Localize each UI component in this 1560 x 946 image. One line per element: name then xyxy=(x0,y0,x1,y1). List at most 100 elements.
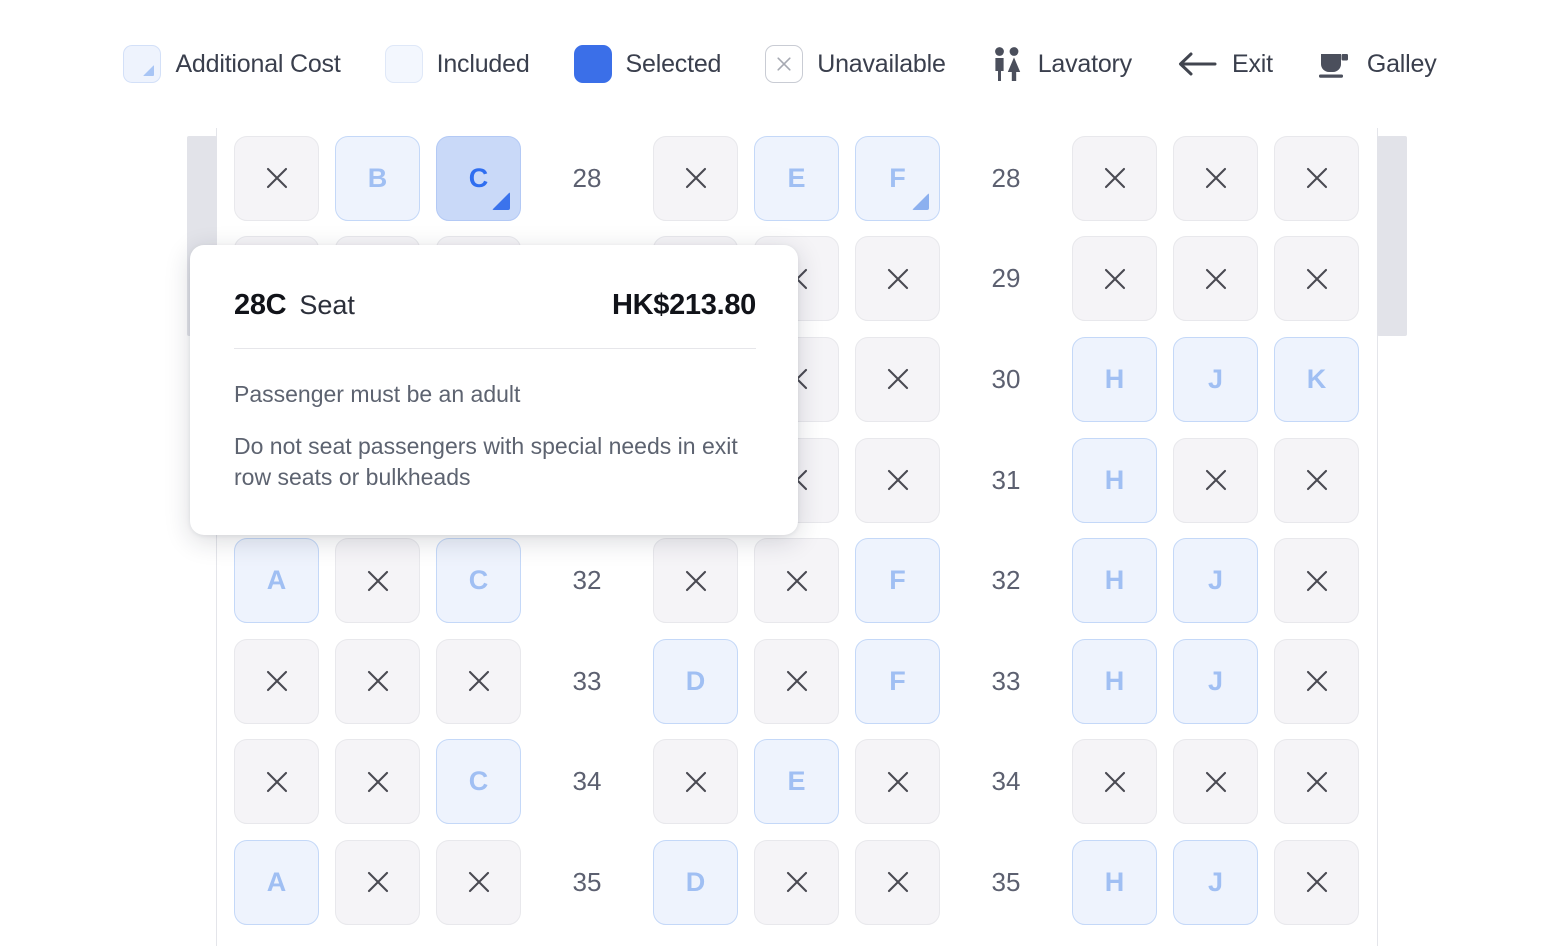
seat-label: A xyxy=(266,866,287,897)
seat-unavailable-x-icon xyxy=(786,872,807,893)
seat-row-33: 33 D F 33 H J xyxy=(217,631,1379,732)
legend-label-selected: Selected xyxy=(625,49,722,78)
seat-32-right-0[interactable]: H xyxy=(1072,538,1157,624)
seat-label: A xyxy=(266,565,287,596)
seat-34-right-2 xyxy=(1274,739,1359,825)
seat-35-left-0[interactable]: A xyxy=(234,839,319,925)
seat-label: E xyxy=(787,162,806,193)
legend-item-exit: Exit xyxy=(1176,49,1273,79)
legend-item-included: Included xyxy=(384,45,530,83)
seat-33-left-1 xyxy=(335,638,420,724)
seat-34-right-1 xyxy=(1173,739,1258,825)
seat-unavailable-x-icon xyxy=(1306,470,1327,491)
seat-35-middle-0[interactable]: D xyxy=(653,839,738,925)
seat-33-right-0[interactable]: H xyxy=(1072,638,1157,724)
galley-cup-icon xyxy=(1317,47,1353,81)
seat-unavailable-x-icon xyxy=(887,470,908,491)
seat-32-middle-0 xyxy=(653,538,738,624)
seat-30-right-0[interactable]: H xyxy=(1072,336,1157,422)
seat-33-middle-2[interactable]: F xyxy=(855,638,940,724)
seat-unavailable-x-icon xyxy=(266,771,287,792)
lavatory-icon xyxy=(990,45,1024,83)
seat-detail-tooltip: 28C Seat HK$213.80 Passenger must be an … xyxy=(190,245,798,535)
seat-unavailable-x-icon xyxy=(1205,268,1226,289)
seat-label: H xyxy=(1104,665,1125,696)
seat-unavailable-x-icon xyxy=(468,671,489,692)
seat-row-32: A C 32 F 32 H J xyxy=(217,530,1379,631)
seat-35-right-0[interactable]: H xyxy=(1072,839,1157,925)
tooltip-note: Do not seat passengers with special need… xyxy=(234,433,738,490)
seat-28-left-1[interactable]: B xyxy=(335,135,420,221)
seat-33-middle-0[interactable]: D xyxy=(653,638,738,724)
seat-unavailable-x-icon xyxy=(1306,771,1327,792)
seat-32-left-2[interactable]: C xyxy=(436,538,521,624)
row-number-right-28: 28 xyxy=(991,162,1021,193)
seat-unavailable-x-icon xyxy=(367,671,388,692)
exit-arrow-icon xyxy=(1176,49,1218,79)
seat-31-right-2 xyxy=(1274,437,1359,523)
seat-32-right-2 xyxy=(1274,538,1359,624)
seat-35-right-1[interactable]: J xyxy=(1173,839,1258,925)
additional-cost-triangle-icon xyxy=(492,191,510,210)
seat-unavailable-x-icon xyxy=(1205,470,1226,491)
seat-34-left-2[interactable]: C xyxy=(436,739,521,825)
seat-unavailable-x-icon xyxy=(685,771,706,792)
seat-33-left-2 xyxy=(436,638,521,724)
tooltip-divider xyxy=(234,348,756,349)
seat-32-middle-2[interactable]: F xyxy=(855,538,940,624)
additional-cost-triangle-icon xyxy=(912,192,929,210)
seat-30-right-1[interactable]: J xyxy=(1173,336,1258,422)
seat-unavailable-x-icon xyxy=(887,369,908,390)
legend-label-unavailable: Unavailable xyxy=(817,49,946,78)
tooltip-seat-number: 28C xyxy=(234,289,287,321)
seat-28-middle-1[interactable]: E xyxy=(754,135,839,221)
seat-unavailable-x-icon xyxy=(685,570,706,591)
tooltip-seat-price: HK$213.80 xyxy=(611,289,756,321)
seat-35-left-2 xyxy=(436,839,521,925)
seat-32-left-0[interactable]: A xyxy=(234,538,319,624)
row-number-left-33: 33 xyxy=(572,665,602,696)
seat-28-left-0 xyxy=(234,135,319,221)
seat-30-right-2[interactable]: K xyxy=(1274,336,1359,422)
seat-label: C xyxy=(468,565,489,596)
seat-33-right-1[interactable]: J xyxy=(1173,638,1258,724)
seat-28-middle-2[interactable]: F xyxy=(855,135,940,221)
seat-unavailable-x-icon xyxy=(786,671,807,692)
seat-label: J xyxy=(1207,665,1224,696)
seat-34-left-1 xyxy=(335,739,420,825)
seat-unavailable-x-icon xyxy=(266,671,287,692)
seat-28-middle-0 xyxy=(653,135,738,221)
row-number-right-35: 35 xyxy=(991,866,1021,897)
seat-unavailable-x-icon xyxy=(1306,268,1327,289)
seat-32-right-1[interactable]: J xyxy=(1173,538,1258,624)
legend-label-additional-cost: Additional Cost xyxy=(175,49,341,78)
tooltip-header: 28C Seat HK$213.80 xyxy=(234,289,756,322)
seat-label: H xyxy=(1104,464,1125,495)
seat-34-right-0 xyxy=(1072,739,1157,825)
seat-row-28: B C 28 E F 28 xyxy=(217,128,1379,229)
seatmap-legend: Additional Cost Included Selected Unavai… xyxy=(0,0,1560,128)
seat-28-left-2[interactable]: C xyxy=(436,135,521,221)
row-number-right-30: 30 xyxy=(991,363,1021,394)
seat-label: B xyxy=(367,162,388,193)
seat-34-middle-1[interactable]: E xyxy=(754,739,839,825)
selected-swatch-icon xyxy=(573,45,612,83)
seat-unavailable-x-icon xyxy=(1205,168,1226,189)
tooltip-title-group: 28C Seat xyxy=(234,289,355,322)
row-number-left-28: 28 xyxy=(572,162,602,193)
seat-row-34: C 34 E 34 xyxy=(217,732,1379,833)
seat-label: D xyxy=(685,866,706,897)
row-number-right-29: 29 xyxy=(991,263,1021,294)
seat-29-right-0 xyxy=(1072,236,1157,322)
seat-label: H xyxy=(1104,866,1125,897)
seat-label: J xyxy=(1207,565,1224,596)
seat-unavailable-x-icon xyxy=(1104,168,1125,189)
seat-31-right-0[interactable]: H xyxy=(1072,437,1157,523)
close-x-icon xyxy=(777,57,791,71)
seat-unavailable-x-icon xyxy=(468,872,489,893)
seat-unavailable-x-icon xyxy=(887,771,908,792)
seat-label: C xyxy=(468,766,489,797)
seat-34-middle-2 xyxy=(855,739,940,825)
seat-28-right-2 xyxy=(1274,135,1359,221)
row-number-right-31: 31 xyxy=(991,464,1021,495)
